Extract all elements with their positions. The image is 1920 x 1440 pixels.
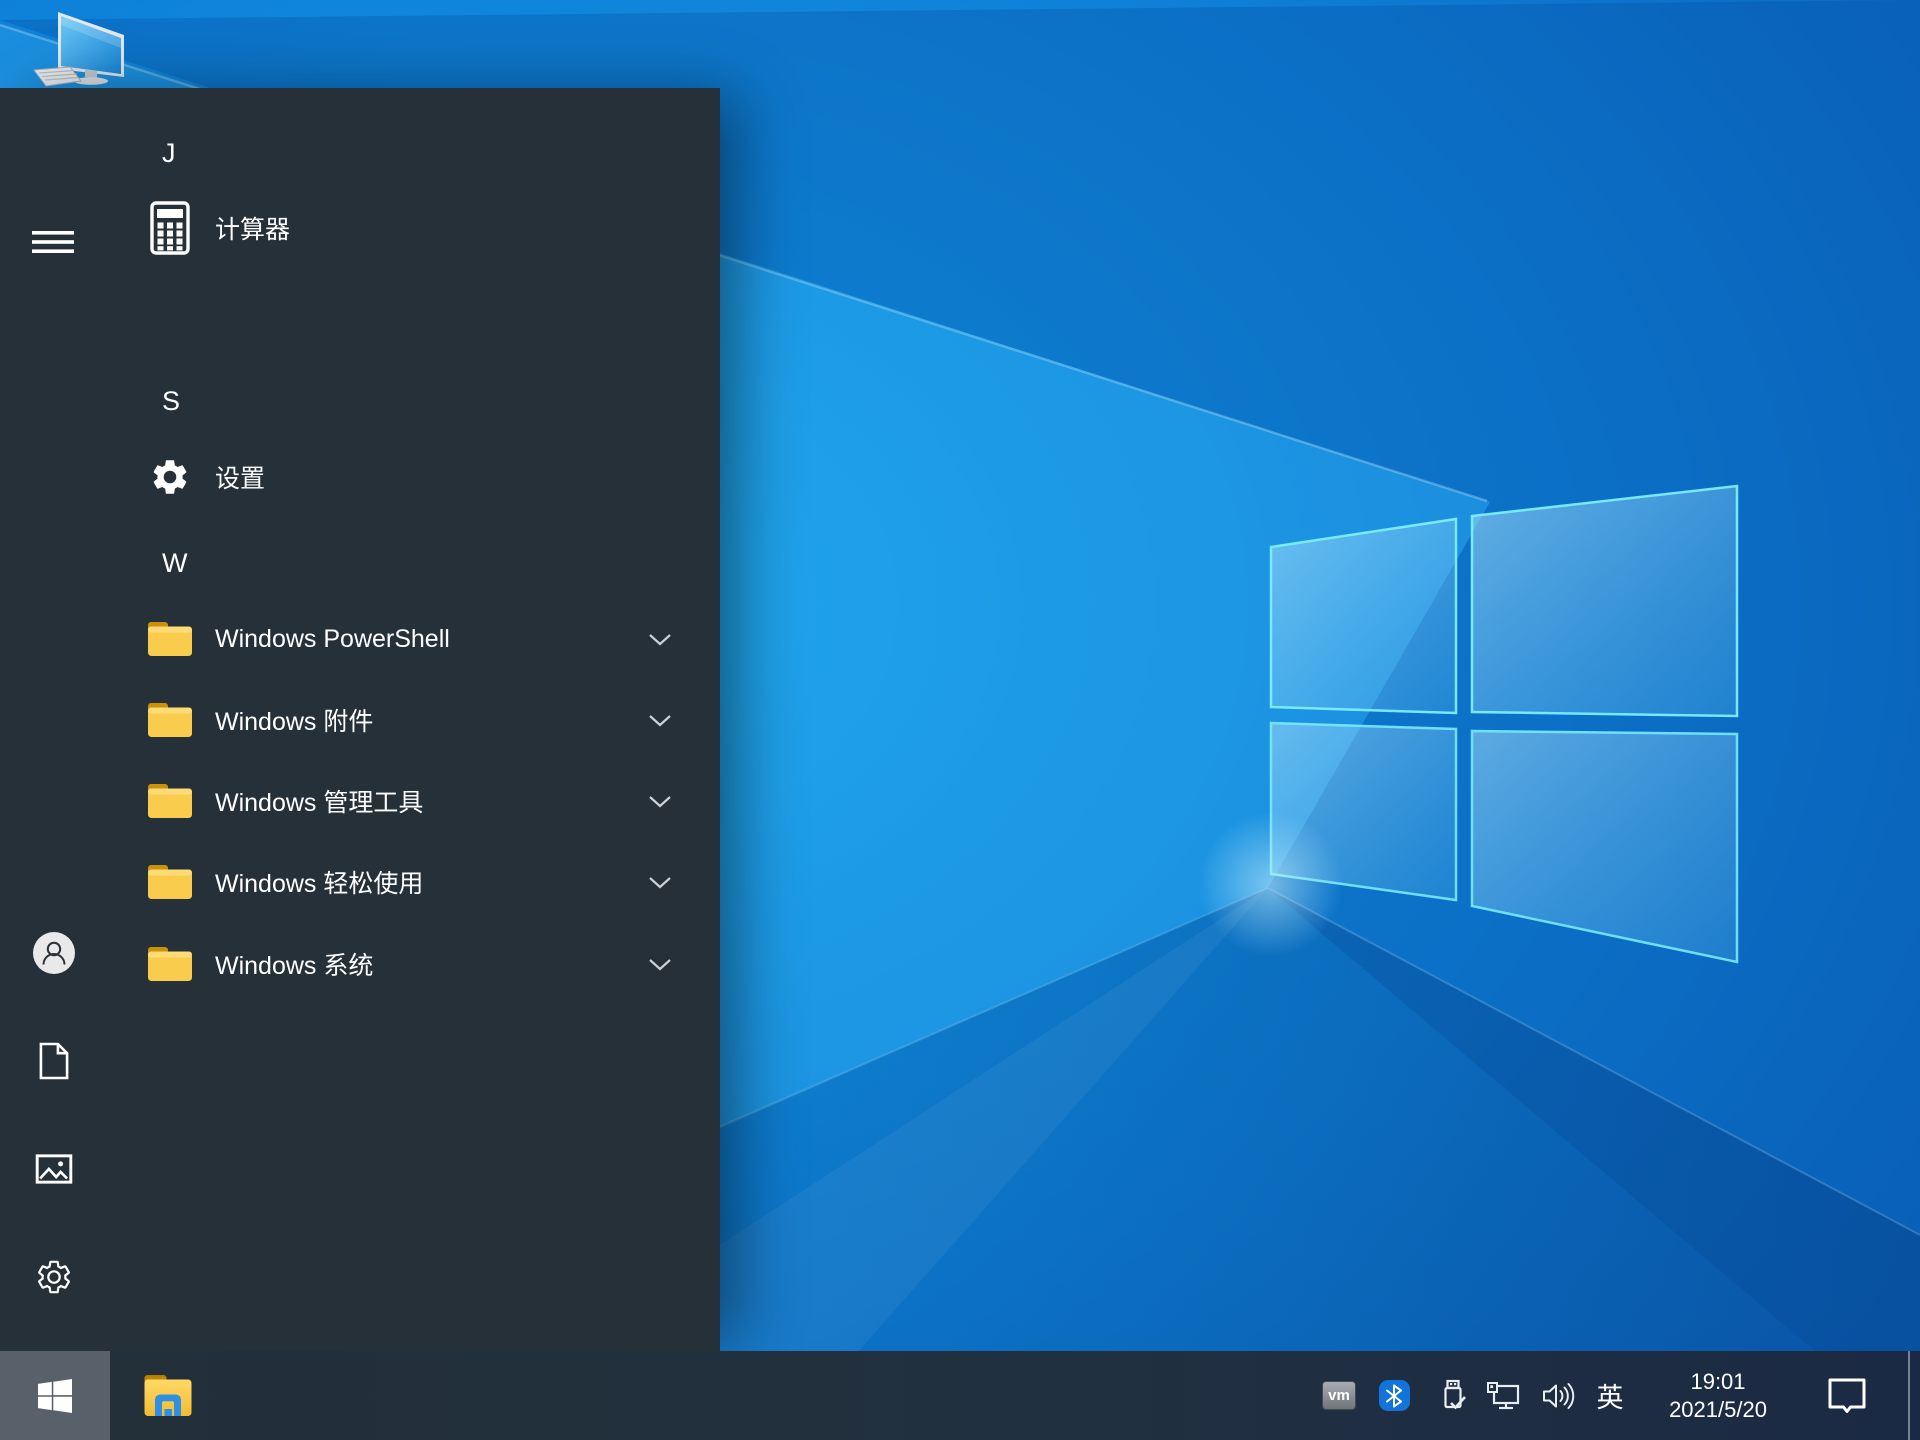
chevron-down-icon[interactable] — [648, 852, 672, 912]
app-group-windows-system[interactable]: Windows 系统 — [0, 934, 720, 994]
folder-icon — [146, 609, 194, 669]
start-menu: J 计算器 S 设置 W Windows PowerShell Windows … — [0, 88, 720, 1402]
app-item-label: 计算器 — [215, 216, 291, 244]
section-header-J[interactable]: J — [0, 123, 720, 183]
user-avatar-icon — [33, 932, 75, 974]
ime-label: 英 — [1596, 1383, 1624, 1413]
app-group-windows-ease-of-access[interactable]: Windows 轻松使用 — [0, 852, 720, 912]
app-group-label: Windows PowerShell — [215, 624, 450, 653]
section-letter: J — [162, 137, 176, 168]
app-group-label: Windows 附件 — [215, 708, 374, 736]
app-item-label: 设置 — [215, 465, 266, 493]
section-letter: S — [162, 385, 181, 416]
network-wired-icon — [1487, 1381, 1520, 1409]
app-group-label: Windows 轻松使用 — [215, 870, 424, 898]
start-button[interactable] — [0, 1351, 110, 1440]
vmware-tools-tray-icon[interactable]: vm — [1317, 1351, 1361, 1440]
pictures-icon — [35, 1154, 73, 1184]
show-desktop-button[interactable] — [1910, 1351, 1920, 1440]
file-explorer-icon — [144, 1375, 192, 1416]
chevron-down-icon[interactable] — [648, 934, 672, 994]
bluetooth-icon — [1378, 1380, 1410, 1411]
volume-tray-icon[interactable] — [1537, 1351, 1581, 1440]
chevron-down-icon[interactable] — [648, 690, 672, 750]
rail-user-button[interactable] — [30, 929, 78, 977]
usb-icon — [1444, 1379, 1466, 1409]
chevron-down-icon[interactable] — [648, 771, 672, 831]
taskbar-clock[interactable]: 19:01 2021/5/20 — [1638, 1351, 1798, 1440]
ime-language-indicator[interactable]: 英 — [1586, 1351, 1634, 1440]
clock-time: 19:01 — [1690, 1368, 1746, 1394]
folder-icon — [146, 934, 194, 994]
app-item-settings[interactable]: 设置 — [0, 447, 720, 507]
section-header-W[interactable]: W — [0, 533, 720, 593]
clock-date: 2021/5/20 — [1669, 1396, 1767, 1422]
section-header-S[interactable]: S — [0, 371, 720, 431]
folder-icon — [146, 771, 194, 831]
volume-icon — [1543, 1382, 1575, 1409]
app-item-calculator[interactable]: 计算器 — [0, 198, 720, 258]
folder-icon — [146, 852, 194, 912]
settings-gear-icon — [38, 1260, 70, 1294]
windows-start-icon — [38, 1378, 72, 1413]
network-tray-icon[interactable] — [1482, 1351, 1526, 1440]
action-center-icon — [1828, 1378, 1866, 1413]
action-center-button[interactable] — [1818, 1351, 1876, 1440]
rail-documents-button[interactable] — [30, 1037, 78, 1085]
folder-icon — [146, 690, 194, 750]
rail-settings-button[interactable] — [30, 1253, 78, 1301]
windows-desktop: J 计算器 S 设置 W Windows PowerShell Windows … — [0, 0, 1920, 1440]
rail-pictures-button[interactable] — [30, 1145, 78, 1193]
file-explorer-button[interactable] — [110, 1351, 226, 1440]
app-group-windows-admin-tools[interactable]: Windows 管理工具 — [0, 771, 720, 831]
app-group-label: Windows 管理工具 — [215, 789, 424, 817]
app-group-windows-powershell[interactable]: Windows PowerShell — [0, 609, 720, 669]
section-letter: W — [162, 547, 188, 578]
document-icon — [39, 1042, 69, 1080]
chevron-down-icon[interactable] — [648, 609, 672, 669]
taskbar: vm 英 19:01 2021/5/20 — [0, 1351, 1920, 1440]
bluetooth-tray-icon[interactable] — [1372, 1351, 1416, 1440]
app-group-label: Windows 系统 — [215, 952, 374, 980]
this-pc-icon[interactable] — [25, 4, 135, 90]
settings-gear-icon — [146, 447, 194, 507]
vmware-logo: vm — [1322, 1381, 1356, 1410]
app-group-windows-accessories[interactable]: Windows 附件 — [0, 690, 720, 750]
usb-safely-remove-tray-icon[interactable] — [1431, 1351, 1475, 1440]
calculator-icon — [146, 198, 194, 258]
